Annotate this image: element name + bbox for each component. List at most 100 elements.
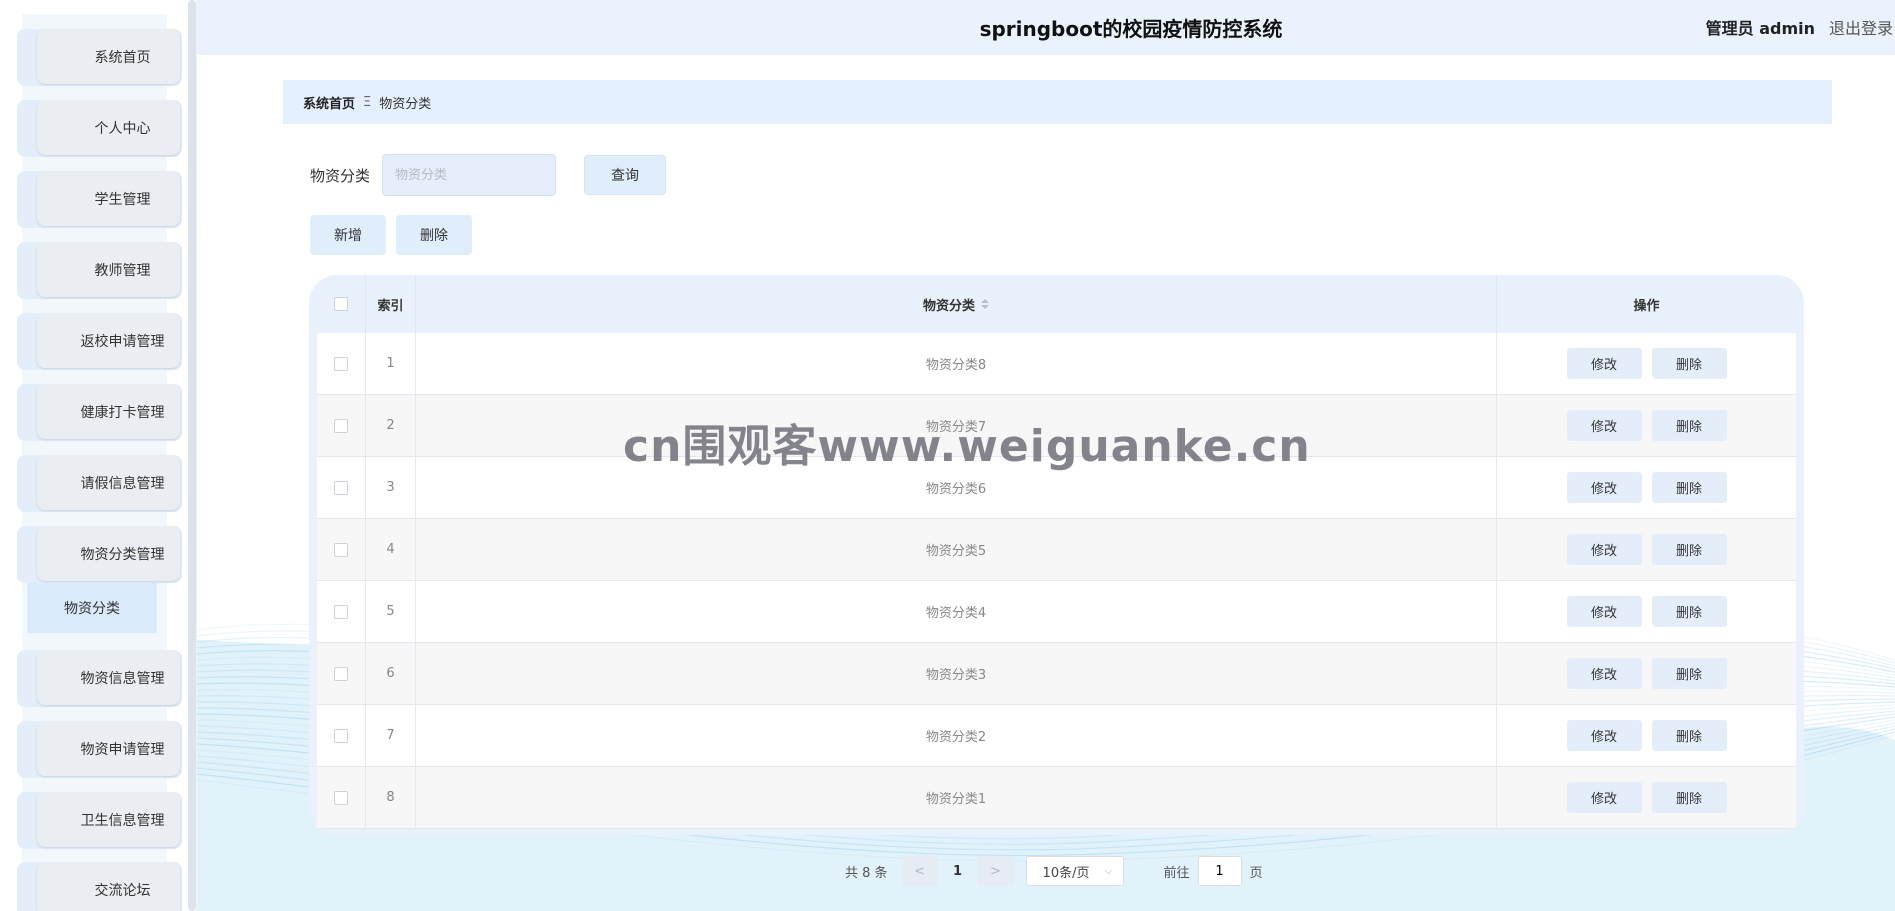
table-row: 8 物资分类1 修改 删除 xyxy=(317,767,1796,829)
delete-button[interactable]: 删除 xyxy=(1651,782,1727,813)
logout-link[interactable]: 退出登录 xyxy=(1829,15,1893,39)
edit-button[interactable]: 修改 xyxy=(1566,720,1642,751)
add-button[interactable]: 新增 xyxy=(310,215,386,255)
select-all-checkbox[interactable] xyxy=(334,297,348,311)
sidebar-item-home[interactable]: 系统首页 xyxy=(17,29,182,86)
query-button[interactable]: 查询 xyxy=(584,155,666,195)
edit-button[interactable]: 修改 xyxy=(1566,596,1642,627)
goto-label: 前往 xyxy=(1163,865,1190,881)
delete-button[interactable]: 删除 xyxy=(1651,534,1727,565)
sidebar-item-label: 交流论坛 xyxy=(37,862,180,911)
row-checkbox[interactable] xyxy=(334,728,348,743)
page-size-select[interactable]: 10条/页 ⌵ xyxy=(1025,856,1124,886)
edit-button[interactable]: 修改 xyxy=(1566,658,1642,689)
sidebar-item-label: 健康打卡管理 xyxy=(37,384,180,439)
sidebar-item-material-info[interactable]: 物资信息管理 xyxy=(17,650,182,707)
row-ops: 修改 删除 xyxy=(1497,643,1796,704)
breadcrumb-home[interactable]: 系统首页 xyxy=(303,93,355,112)
pagination: 共 8 条 < 1 > 10条/页 ⌵ 前往 页 xyxy=(845,856,1263,886)
delete-button[interactable]: 删除 xyxy=(1651,658,1727,689)
app-title: springboot的校园疫情防控系统 xyxy=(979,17,1283,41)
row-checkbox-cell xyxy=(317,395,366,456)
goto-page-input[interactable] xyxy=(1197,856,1242,886)
sidebar-item-material-category[interactable]: 物资分类管理 xyxy=(17,526,182,583)
sidebar-item-leave-info[interactable]: 请假信息管理 xyxy=(17,455,182,512)
sidebar-item-hygiene-info[interactable]: 卫生信息管理 xyxy=(17,792,182,849)
row-checkbox-cell xyxy=(317,581,366,642)
row-checkbox[interactable] xyxy=(334,790,348,805)
header: springboot的校园疫情防控系统 管理员 admin 退出登录 xyxy=(197,0,1895,55)
row-checkbox[interactable] xyxy=(334,356,348,371)
row-checkbox[interactable] xyxy=(334,604,348,619)
edit-button[interactable]: 修改 xyxy=(1566,348,1642,379)
sidebar-scrollbar[interactable] xyxy=(188,0,196,911)
data-table: 索引 物资分类 操作 1 物资分类8 修改 删除 2 物资分类7 修改 删除 3 物资分类6 修改删… xyxy=(309,275,1804,835)
sidebar-item-profile[interactable]: 个人中心 xyxy=(17,100,182,157)
sidebar-item-return-apply[interactable]: 返校申请管理 xyxy=(17,313,182,370)
row-checkbox-cell xyxy=(317,767,366,828)
search-label: 物资分类 xyxy=(310,167,371,185)
breadcrumb-separator-icon: Ξ xyxy=(363,94,372,110)
row-index: 5 xyxy=(366,581,416,642)
chevron-down-icon: ⌵ xyxy=(1104,864,1113,877)
edit-button[interactable]: 修改 xyxy=(1566,472,1642,503)
row-index: 7 xyxy=(366,705,416,766)
row-name: 物资分类4 xyxy=(416,581,1497,642)
sort-icon[interactable] xyxy=(981,299,989,309)
breadcrumb: 系统首页 Ξ 物资分类 xyxy=(283,80,1832,124)
edit-button[interactable]: 修改 xyxy=(1566,782,1642,813)
row-checkbox[interactable] xyxy=(334,666,348,681)
current-user: 管理员 admin xyxy=(1705,19,1815,38)
next-page-button[interactable]: > xyxy=(977,856,1014,886)
row-name: 物资分类2 xyxy=(416,705,1497,766)
sidebar-item-label: 学生管理 xyxy=(37,171,180,226)
sidebar-item-label: 返校申请管理 xyxy=(37,313,180,368)
row-checkbox[interactable] xyxy=(334,542,348,557)
sidebar-item-label: 教师管理 xyxy=(37,242,180,297)
header-name[interactable]: 物资分类 xyxy=(416,275,1497,333)
delete-button[interactable]: 删除 xyxy=(1651,720,1727,751)
row-index: 2 xyxy=(366,395,416,456)
row-index: 8 xyxy=(366,767,416,828)
header-name-label: 物资分类 xyxy=(922,298,975,314)
row-index: 4 xyxy=(366,519,416,580)
row-ops: 修改 删除 xyxy=(1497,581,1796,642)
edit-button[interactable]: 修改 xyxy=(1566,534,1642,565)
delete-button[interactable]: 删除 xyxy=(1651,410,1727,441)
edit-button[interactable]: 修改 xyxy=(1566,410,1642,441)
submenu-item-material-category[interactable]: 物资分类 xyxy=(27,583,157,633)
sidebar-item-label: 系统首页 xyxy=(37,29,180,84)
row-checkbox-cell xyxy=(317,519,366,580)
table-row: 7 物资分类2 修改 删除 xyxy=(317,705,1796,767)
batch-delete-button[interactable]: 删除 xyxy=(396,215,472,255)
sidebar-item-label: 个人中心 xyxy=(37,100,180,155)
table-row: 1 物资分类8 修改 删除 xyxy=(317,333,1796,395)
breadcrumb-current: 物资分类 xyxy=(379,96,432,112)
row-ops: 修改 删除 xyxy=(1497,767,1796,828)
sidebar-item-label: 卫生信息管理 xyxy=(37,792,180,847)
sidebar-item-teachers[interactable]: 教师管理 xyxy=(17,242,182,299)
row-checkbox[interactable] xyxy=(334,480,348,495)
row-name: 物资分类1 xyxy=(416,767,1497,828)
row-checkbox[interactable] xyxy=(334,418,348,433)
sidebar-item-label: 请假信息管理 xyxy=(37,455,180,510)
sidebar-item-students[interactable]: 学生管理 xyxy=(17,171,182,228)
prev-page-button[interactable]: < xyxy=(901,856,938,886)
header-index: 索引 xyxy=(366,275,416,333)
sidebar-item-health-checkin[interactable]: 健康打卡管理 xyxy=(17,384,182,441)
row-checkbox-cell xyxy=(317,643,366,704)
row-name: 物资分类8 xyxy=(416,333,1497,394)
row-checkbox-cell xyxy=(317,457,366,518)
search-input[interactable] xyxy=(382,154,556,196)
delete-button[interactable]: 删除 xyxy=(1651,596,1727,627)
current-page-number[interactable]: 1 xyxy=(938,864,978,879)
sidebar-item-label: 物资申请管理 xyxy=(37,721,180,776)
sidebar-item-label: 物资信息管理 xyxy=(37,650,180,705)
sidebar-item-label: 物资分类管理 xyxy=(37,526,180,581)
sidebar-item-material-apply[interactable]: 物资申请管理 xyxy=(17,721,182,778)
table-row: 4 物资分类5 修改 删除 xyxy=(317,519,1796,581)
sidebar-item-forum[interactable]: 交流论坛 xyxy=(17,862,182,911)
delete-button[interactable]: 删除 xyxy=(1651,472,1727,503)
delete-button[interactable]: 删除 xyxy=(1651,348,1727,379)
row-ops: 修改 删除 xyxy=(1497,519,1796,580)
